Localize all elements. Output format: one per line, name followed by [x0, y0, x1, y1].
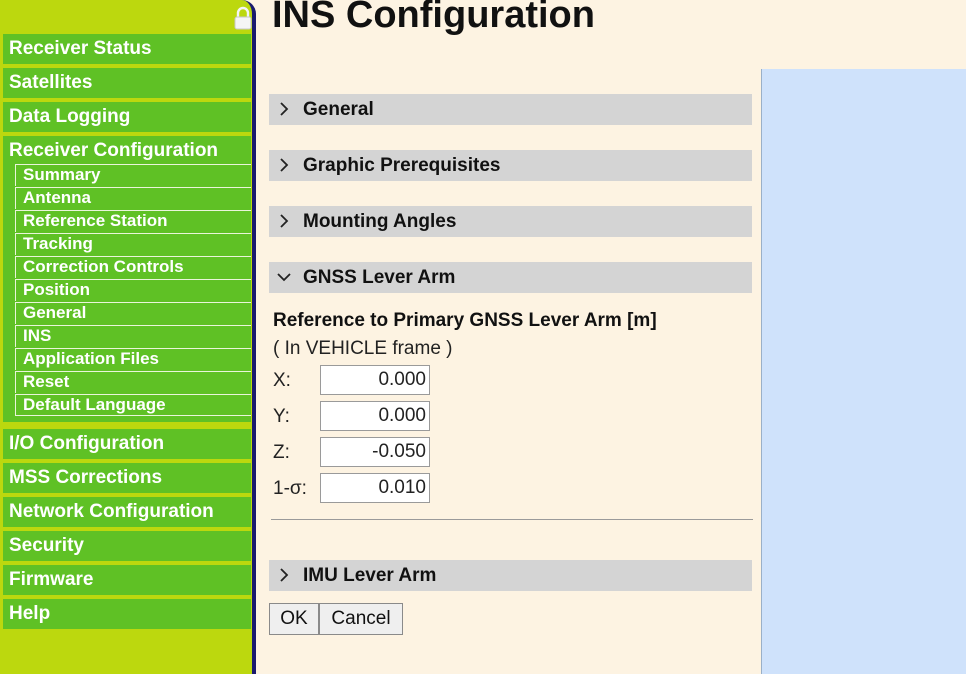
sidebar-item-receiver-status[interactable]: Receiver Status	[3, 34, 251, 64]
sidebar-subitem-correction-controls[interactable]: Correction Controls	[15, 256, 251, 278]
sidebar-subitem-position[interactable]: Position	[15, 279, 251, 301]
section-divider	[271, 519, 753, 520]
section-imu-lever-arm[interactable]: IMU Lever Arm	[269, 560, 752, 591]
section-label: Graphic Prerequisites	[303, 155, 501, 176]
section-label: General	[303, 99, 374, 120]
sigma-input[interactable]	[320, 473, 430, 503]
sigma-field-label: 1-σ:	[273, 478, 307, 499]
sidebar-item-receiver-configuration[interactable]: Receiver Configuration	[9, 138, 218, 164]
sidebar-subitem-ins[interactable]: INS	[15, 325, 251, 347]
section-gnss-lever-arm[interactable]: GNSS Lever Arm	[269, 262, 752, 293]
y-field-label: Y:	[273, 406, 290, 427]
sidebar-subitem-antenna[interactable]: Antenna	[15, 187, 251, 209]
lock-icon	[234, 6, 252, 30]
graphic-preview-panel	[761, 69, 966, 674]
lever-arm-frame-note: ( In VEHICLE frame )	[273, 338, 453, 359]
ok-button[interactable]: OK	[269, 603, 319, 635]
section-mounting-angles[interactable]: Mounting Angles	[269, 206, 752, 237]
page-title: INS Configuration	[272, 0, 595, 36]
sidebar-subitem-summary[interactable]: Summary	[15, 164, 251, 186]
z-field-label: Z:	[273, 442, 290, 463]
sidebar-subitem-general[interactable]: General	[15, 302, 251, 324]
section-general[interactable]: General	[269, 94, 752, 125]
x-input[interactable]	[320, 365, 430, 395]
sidebar-item-satellites[interactable]: Satellites	[3, 68, 251, 98]
z-input[interactable]	[320, 437, 430, 467]
lever-arm-heading: Reference to Primary GNSS Lever Arm [m]	[273, 310, 657, 331]
sidebar-item-data-logging[interactable]: Data Logging	[3, 102, 251, 132]
chevron-right-icon	[280, 568, 289, 582]
sidebar-item-help[interactable]: Help	[3, 599, 251, 629]
sidebar-group-receiver-configuration: Receiver Configuration Summary Antenna R…	[3, 136, 251, 422]
sidebar-item-network-configuration[interactable]: Network Configuration	[3, 497, 251, 527]
chevron-down-icon	[277, 273, 291, 282]
sidebar-subitem-reset[interactable]: Reset	[15, 371, 251, 393]
sidebar-subitem-tracking[interactable]: Tracking	[15, 233, 251, 255]
sidebar-item-io-configuration[interactable]: I/O Configuration	[3, 429, 251, 459]
sidebar-item-security[interactable]: Security	[3, 531, 251, 561]
section-label: IMU Lever Arm	[303, 565, 437, 586]
chevron-right-icon	[280, 214, 289, 228]
section-label: GNSS Lever Arm	[303, 267, 456, 288]
chevron-right-icon	[280, 158, 289, 172]
cancel-button[interactable]: Cancel	[319, 603, 403, 635]
x-field-label: X:	[273, 370, 291, 391]
chevron-right-icon	[280, 102, 289, 116]
sidebar-subitem-reference-station[interactable]: Reference Station	[15, 210, 251, 232]
sidebar-item-mss-corrections[interactable]: MSS Corrections	[3, 463, 251, 493]
sidebar-nav: Receiver Status Satellites Data Logging …	[0, 0, 256, 674]
sidebar-subitem-default-language[interactable]: Default Language	[15, 394, 251, 416]
sidebar-item-firmware[interactable]: Firmware	[3, 565, 251, 595]
y-input[interactable]	[320, 401, 430, 431]
section-graphic-prerequisites[interactable]: Graphic Prerequisites	[269, 150, 752, 181]
sidebar-subitem-application-files[interactable]: Application Files	[15, 348, 251, 370]
section-label: Mounting Angles	[303, 211, 457, 232]
